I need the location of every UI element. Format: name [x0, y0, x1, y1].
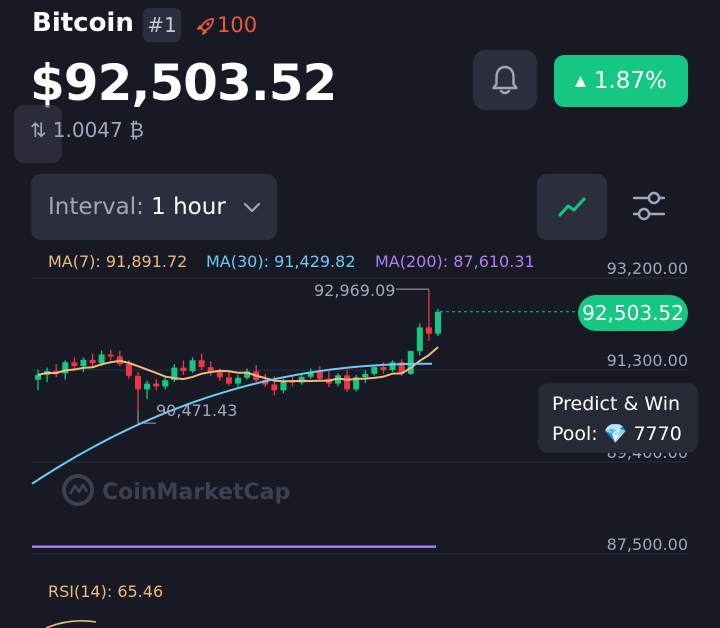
- candle: [235, 377, 241, 384]
- candle: [198, 360, 205, 368]
- low-price-label: 90,471.43: [156, 401, 238, 420]
- candle: [80, 359, 87, 367]
- candle: [216, 371, 223, 378]
- watermark: CoinMarketCap: [60, 472, 290, 508]
- candle: [162, 380, 169, 387]
- rsi-line: [45, 620, 97, 628]
- candle: [416, 327, 423, 352]
- candle: [98, 354, 105, 364]
- candle: [362, 373, 369, 378]
- y-tick-label: 93,200.00: [606, 259, 688, 278]
- candle: [271, 384, 278, 391]
- y-tick-label: 87,500.00: [606, 535, 688, 554]
- rsi-label: RSI(14): 65.46: [48, 582, 164, 601]
- watermark-text: CoinMarketCap: [102, 480, 291, 505]
- y-tick-label: 91,300.00: [606, 351, 688, 370]
- candle: [144, 383, 151, 390]
- predict-win-banner[interactable]: Predict & Win Pool: 💎 7770: [538, 383, 698, 453]
- candle: [35, 374, 41, 380]
- candle: [407, 351, 414, 374]
- candle: [189, 360, 196, 371]
- candle: [135, 375, 141, 390]
- candle: [316, 371, 323, 379]
- candle: [380, 367, 387, 370]
- candle: [89, 359, 96, 364]
- predict-pool: Pool: 💎 7770: [552, 423, 682, 445]
- candle: [344, 375, 351, 390]
- candle: [180, 367, 187, 371]
- candle: [71, 362, 78, 367]
- candle: [425, 327, 432, 334]
- predict-title: Predict & Win: [552, 393, 681, 415]
- candle: [153, 383, 160, 387]
- candle: [107, 354, 114, 357]
- high-price-label: 92,969.09: [314, 281, 396, 300]
- candle: [125, 364, 132, 376]
- coinmarketcap-logo-icon: [62, 474, 94, 506]
- ma30-line: [31, 362, 433, 485]
- candle: [371, 367, 378, 374]
- candle: [435, 311, 441, 334]
- current-price-marker: 92,503.52: [578, 295, 688, 331]
- candle: [225, 377, 232, 384]
